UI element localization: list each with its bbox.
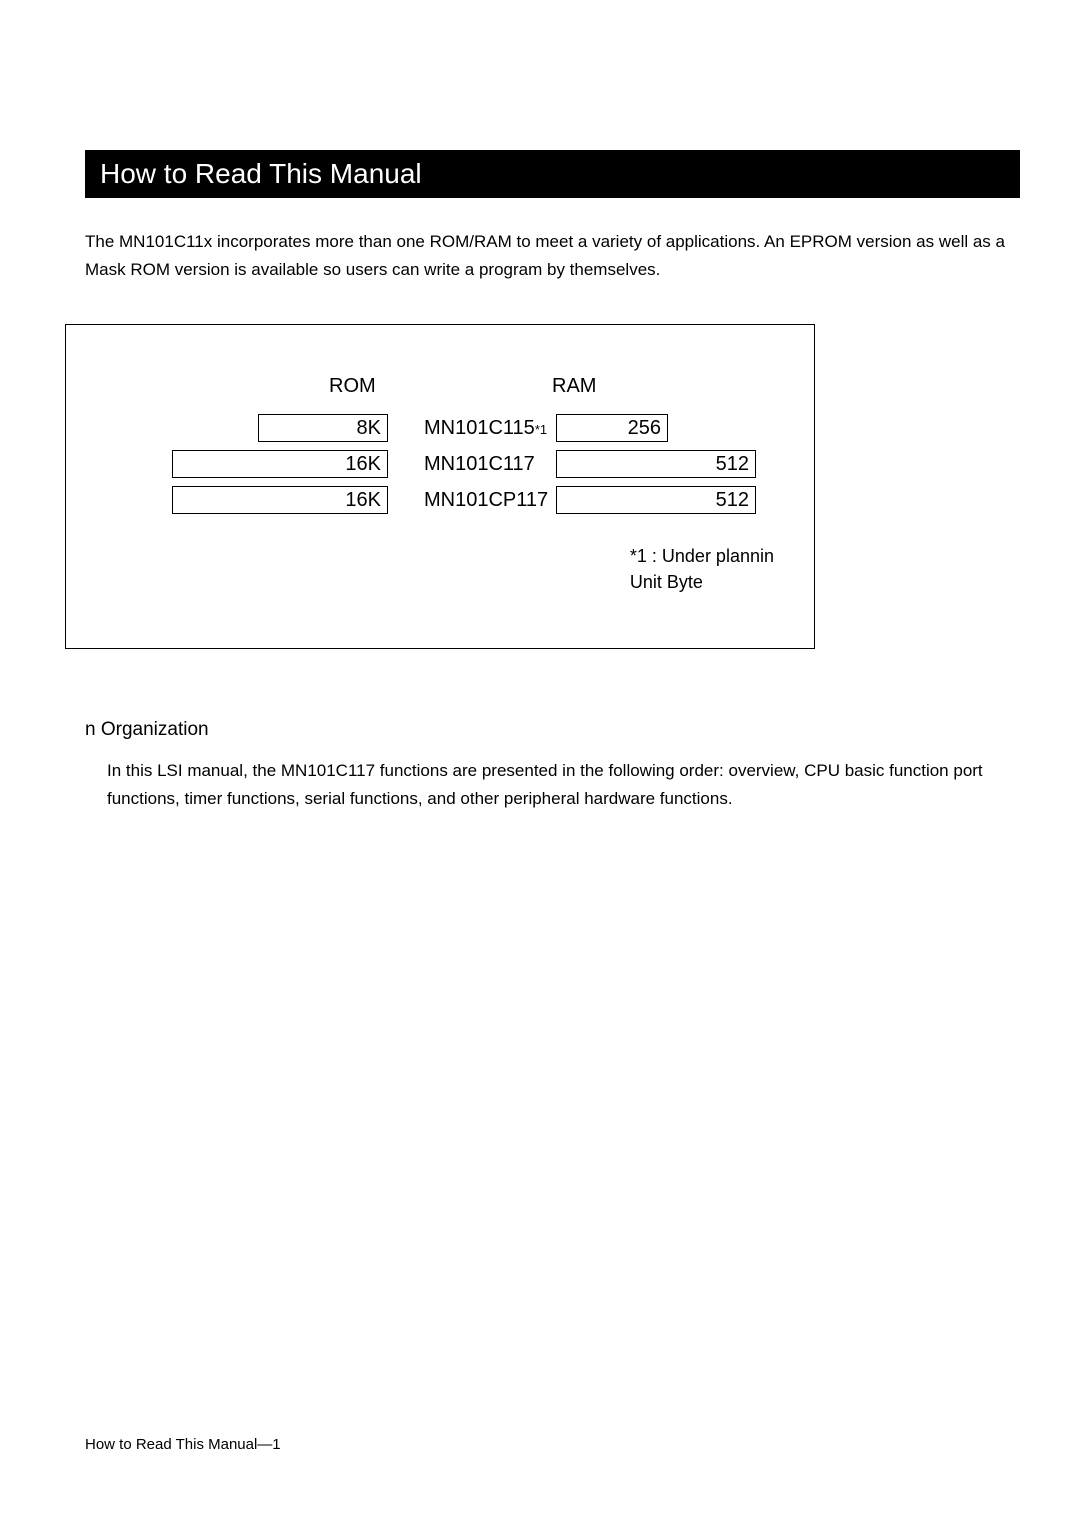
diagram-row: 8K MN101C115*1 256 (86, 410, 794, 446)
diagram-row: 16K MN101CP117 512 (86, 482, 794, 518)
memory-diagram: ROM RAM 8K MN101C115*1 256 16K MN101C117… (65, 324, 815, 649)
part-number: MN101CP117 (424, 489, 548, 512)
page-title: How to Read This Manual (85, 150, 1020, 198)
rom-bar: 16K (172, 450, 388, 478)
ram-bar: 512 (556, 486, 756, 514)
intro-paragraph: The MN101C11x incorporates more than one… (85, 228, 1020, 284)
part-label: MN101C115 (424, 417, 535, 439)
footnote-unit: Unit Byte (630, 572, 774, 593)
rom-header: ROM (329, 375, 376, 398)
footnote-marker: *1 (535, 422, 547, 437)
part-number: MN101C117 (424, 453, 535, 476)
page-footer: How to Read This Manual—1 (85, 1436, 281, 1453)
diagram-footnotes: *1 : Under plannin Unit Byte (630, 546, 774, 598)
ram-bar: 256 (556, 414, 668, 442)
rom-bar: 8K (258, 414, 388, 442)
ram-header: RAM (552, 375, 596, 398)
footnote-planning: *1 : Under plannin (630, 546, 774, 567)
rom-bar: 16K (172, 486, 388, 514)
ram-bar: 512 (556, 450, 756, 478)
organization-body: In this LSI manual, the MN101C117 functi… (107, 757, 1020, 813)
part-number: MN101C115*1 (424, 417, 547, 440)
diagram-row: 16K MN101C117 512 (86, 446, 794, 482)
organization-heading: n Organization (85, 719, 1020, 741)
